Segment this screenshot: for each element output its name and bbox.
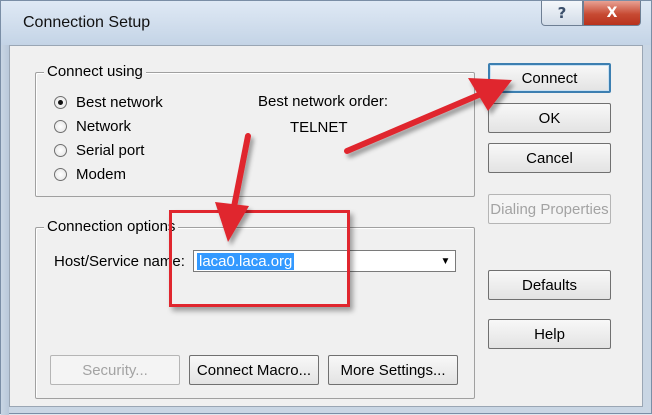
cancel-button[interactable]: Cancel [488, 143, 611, 173]
radio-label: Network [76, 118, 132, 135]
close-icon: X [606, 5, 618, 21]
radio-button[interactable] [54, 168, 67, 181]
radio-label: Modem [76, 166, 127, 183]
defaults-button[interactable]: Defaults [488, 270, 611, 300]
question-mark-icon: ? [557, 4, 567, 22]
radio-label: Best network [76, 94, 163, 111]
connection-options-legend: Connection options [44, 218, 179, 235]
connect-using-legend: Connect using [44, 63, 146, 80]
security-button[interactable]: Security... [50, 355, 180, 385]
title-help-button[interactable]: ? [541, 1, 583, 26]
best-network-order-label: Best network order: [258, 93, 389, 110]
title-close-button[interactable]: X [583, 1, 641, 26]
radio-button[interactable] [54, 120, 67, 133]
ok-button[interactable]: OK [488, 103, 611, 133]
dialing-properties-button[interactable]: Dialing Properties [488, 194, 611, 224]
best-network-order-value: TELNET [290, 119, 348, 136]
host-service-name-label: Host/Service name: [54, 253, 185, 270]
connect-using-group: Connect using Best network Network Seria… [35, 63, 475, 197]
dialog-window: Connection Setup ? X Connect using Best … [0, 0, 652, 415]
radio-button-checked[interactable] [54, 96, 67, 109]
chevron-down-icon[interactable]: ▼ [437, 252, 454, 270]
radio-network[interactable]: Network [54, 118, 131, 135]
connect-button[interactable]: Connect [488, 63, 611, 93]
help-button[interactable]: Help [488, 319, 611, 349]
radio-serial-port[interactable]: Serial port [54, 142, 144, 159]
annotation-highlight-box [169, 210, 350, 307]
window-left-border [1, 45, 9, 415]
radio-best-network[interactable]: Best network [54, 94, 163, 111]
title-bar[interactable]: Connection Setup ? X [1, 1, 651, 45]
window-title: Connection Setup [23, 14, 151, 31]
more-settings-button[interactable]: More Settings... [328, 355, 458, 385]
radio-label: Serial port [76, 142, 145, 159]
radio-button[interactable] [54, 144, 67, 157]
radio-modem[interactable]: Modem [54, 166, 126, 183]
connect-macro-button[interactable]: Connect Macro... [189, 355, 319, 385]
